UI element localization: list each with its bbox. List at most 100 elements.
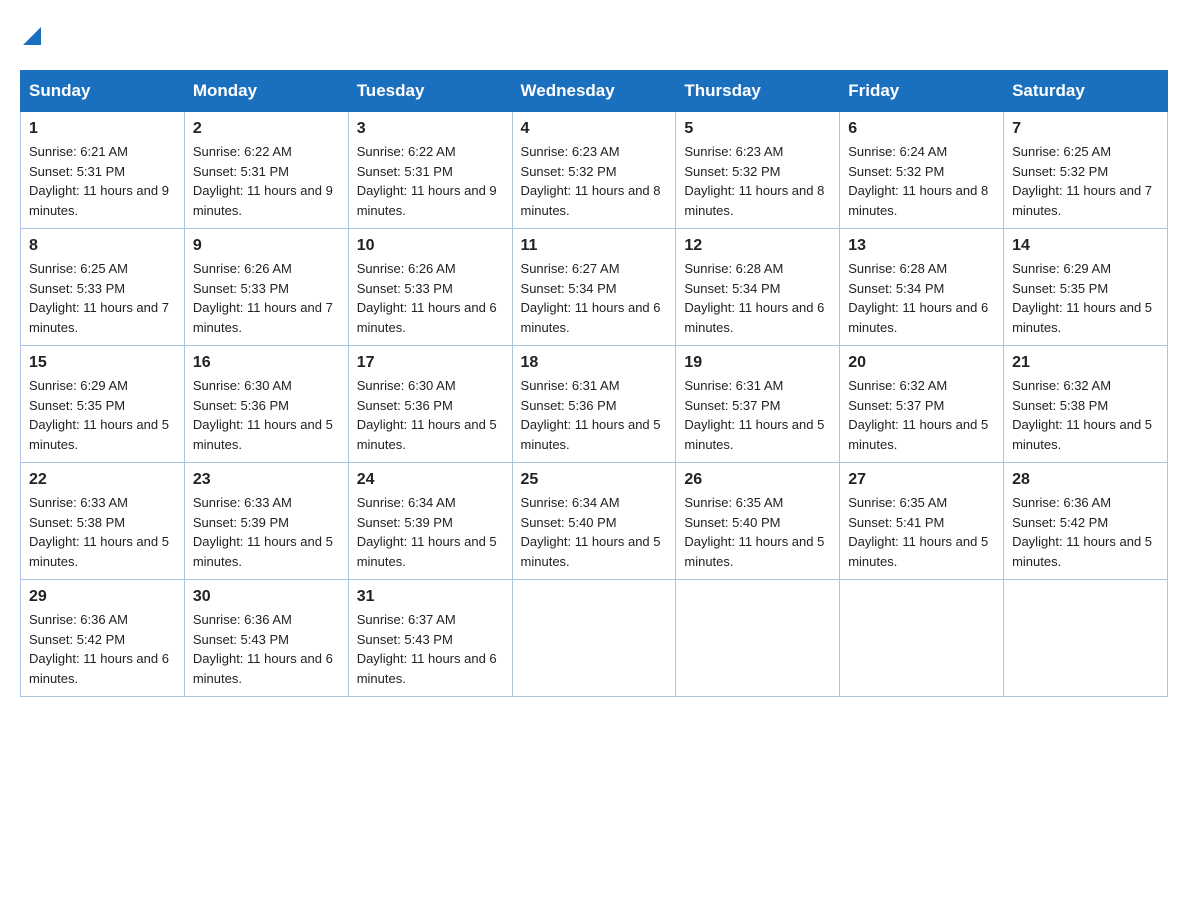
calendar-cell: 19 Sunrise: 6:31 AM Sunset: 5:37 PM Dayl… [676, 346, 840, 463]
calendar-cell: 30 Sunrise: 6:36 AM Sunset: 5:43 PM Dayl… [184, 580, 348, 697]
day-number: 30 [193, 588, 340, 606]
calendar-cell: 31 Sunrise: 6:37 AM Sunset: 5:43 PM Dayl… [348, 580, 512, 697]
calendar-cell: 7 Sunrise: 6:25 AM Sunset: 5:32 PM Dayli… [1004, 112, 1168, 229]
day-info: Sunrise: 6:33 AM Sunset: 5:38 PM Dayligh… [29, 493, 176, 571]
day-info: Sunrise: 6:34 AM Sunset: 5:40 PM Dayligh… [521, 493, 668, 571]
calendar-cell: 12 Sunrise: 6:28 AM Sunset: 5:34 PM Dayl… [676, 229, 840, 346]
day-info: Sunrise: 6:30 AM Sunset: 5:36 PM Dayligh… [193, 376, 340, 454]
day-number: 25 [521, 471, 668, 489]
day-number: 13 [848, 237, 995, 255]
day-number: 11 [521, 237, 668, 255]
calendar-cell: 2 Sunrise: 6:22 AM Sunset: 5:31 PM Dayli… [184, 112, 348, 229]
calendar-cell: 28 Sunrise: 6:36 AM Sunset: 5:42 PM Dayl… [1004, 463, 1168, 580]
day-info: Sunrise: 6:37 AM Sunset: 5:43 PM Dayligh… [357, 610, 504, 688]
day-number: 1 [29, 120, 176, 138]
calendar-cell: 10 Sunrise: 6:26 AM Sunset: 5:33 PM Dayl… [348, 229, 512, 346]
calendar-cell: 1 Sunrise: 6:21 AM Sunset: 5:31 PM Dayli… [21, 112, 185, 229]
day-info: Sunrise: 6:22 AM Sunset: 5:31 PM Dayligh… [357, 142, 504, 220]
day-number: 6 [848, 120, 995, 138]
page-header [20, 20, 1168, 54]
calendar-cell: 3 Sunrise: 6:22 AM Sunset: 5:31 PM Dayli… [348, 112, 512, 229]
weekday-header-saturday: Saturday [1004, 71, 1168, 112]
day-info: Sunrise: 6:35 AM Sunset: 5:40 PM Dayligh… [684, 493, 831, 571]
calendar-cell: 23 Sunrise: 6:33 AM Sunset: 5:39 PM Dayl… [184, 463, 348, 580]
day-info: Sunrise: 6:36 AM Sunset: 5:42 PM Dayligh… [1012, 493, 1159, 571]
calendar-cell: 6 Sunrise: 6:24 AM Sunset: 5:32 PM Dayli… [840, 112, 1004, 229]
calendar-cell: 25 Sunrise: 6:34 AM Sunset: 5:40 PM Dayl… [512, 463, 676, 580]
day-info: Sunrise: 6:34 AM Sunset: 5:39 PM Dayligh… [357, 493, 504, 571]
day-info: Sunrise: 6:23 AM Sunset: 5:32 PM Dayligh… [684, 142, 831, 220]
weekday-header-thursday: Thursday [676, 71, 840, 112]
day-number: 4 [521, 120, 668, 138]
calendar-cell: 13 Sunrise: 6:28 AM Sunset: 5:34 PM Dayl… [840, 229, 1004, 346]
day-number: 15 [29, 354, 176, 372]
day-info: Sunrise: 6:36 AM Sunset: 5:43 PM Dayligh… [193, 610, 340, 688]
day-info: Sunrise: 6:28 AM Sunset: 5:34 PM Dayligh… [684, 259, 831, 337]
week-row-1: 1 Sunrise: 6:21 AM Sunset: 5:31 PM Dayli… [21, 112, 1168, 229]
logo [20, 20, 41, 54]
day-number: 14 [1012, 237, 1159, 255]
day-number: 8 [29, 237, 176, 255]
day-info: Sunrise: 6:21 AM Sunset: 5:31 PM Dayligh… [29, 142, 176, 220]
calendar-cell: 14 Sunrise: 6:29 AM Sunset: 5:35 PM Dayl… [1004, 229, 1168, 346]
calendar-cell: 17 Sunrise: 6:30 AM Sunset: 5:36 PM Dayl… [348, 346, 512, 463]
weekday-header-row: SundayMondayTuesdayWednesdayThursdayFrid… [21, 71, 1168, 112]
day-number: 3 [357, 120, 504, 138]
calendar-cell [512, 580, 676, 697]
day-number: 27 [848, 471, 995, 489]
day-number: 28 [1012, 471, 1159, 489]
day-info: Sunrise: 6:27 AM Sunset: 5:34 PM Dayligh… [521, 259, 668, 337]
weekday-header-tuesday: Tuesday [348, 71, 512, 112]
day-info: Sunrise: 6:23 AM Sunset: 5:32 PM Dayligh… [521, 142, 668, 220]
week-row-4: 22 Sunrise: 6:33 AM Sunset: 5:38 PM Dayl… [21, 463, 1168, 580]
calendar-cell [840, 580, 1004, 697]
weekday-header-friday: Friday [840, 71, 1004, 112]
calendar-cell: 22 Sunrise: 6:33 AM Sunset: 5:38 PM Dayl… [21, 463, 185, 580]
calendar-cell: 8 Sunrise: 6:25 AM Sunset: 5:33 PM Dayli… [21, 229, 185, 346]
day-number: 5 [684, 120, 831, 138]
day-info: Sunrise: 6:36 AM Sunset: 5:42 PM Dayligh… [29, 610, 176, 688]
day-number: 9 [193, 237, 340, 255]
day-info: Sunrise: 6:26 AM Sunset: 5:33 PM Dayligh… [357, 259, 504, 337]
day-number: 7 [1012, 120, 1159, 138]
week-row-2: 8 Sunrise: 6:25 AM Sunset: 5:33 PM Dayli… [21, 229, 1168, 346]
day-number: 12 [684, 237, 831, 255]
calendar-cell: 18 Sunrise: 6:31 AM Sunset: 5:36 PM Dayl… [512, 346, 676, 463]
calendar-cell: 20 Sunrise: 6:32 AM Sunset: 5:37 PM Dayl… [840, 346, 1004, 463]
day-number: 29 [29, 588, 176, 606]
week-row-5: 29 Sunrise: 6:36 AM Sunset: 5:42 PM Dayl… [21, 580, 1168, 697]
day-number: 31 [357, 588, 504, 606]
calendar-cell [1004, 580, 1168, 697]
day-number: 22 [29, 471, 176, 489]
calendar-cell: 11 Sunrise: 6:27 AM Sunset: 5:34 PM Dayl… [512, 229, 676, 346]
day-info: Sunrise: 6:31 AM Sunset: 5:36 PM Dayligh… [521, 376, 668, 454]
day-info: Sunrise: 6:29 AM Sunset: 5:35 PM Dayligh… [1012, 259, 1159, 337]
calendar-cell: 21 Sunrise: 6:32 AM Sunset: 5:38 PM Dayl… [1004, 346, 1168, 463]
week-row-3: 15 Sunrise: 6:29 AM Sunset: 5:35 PM Dayl… [21, 346, 1168, 463]
day-info: Sunrise: 6:24 AM Sunset: 5:32 PM Dayligh… [848, 142, 995, 220]
calendar-table: SundayMondayTuesdayWednesdayThursdayFrid… [20, 70, 1168, 697]
logo-triangle-icon [23, 20, 41, 52]
day-info: Sunrise: 6:31 AM Sunset: 5:37 PM Dayligh… [684, 376, 831, 454]
calendar-cell: 5 Sunrise: 6:23 AM Sunset: 5:32 PM Dayli… [676, 112, 840, 229]
day-number: 19 [684, 354, 831, 372]
day-info: Sunrise: 6:26 AM Sunset: 5:33 PM Dayligh… [193, 259, 340, 337]
day-info: Sunrise: 6:25 AM Sunset: 5:32 PM Dayligh… [1012, 142, 1159, 220]
calendar-cell: 29 Sunrise: 6:36 AM Sunset: 5:42 PM Dayl… [21, 580, 185, 697]
calendar-cell [676, 580, 840, 697]
day-info: Sunrise: 6:35 AM Sunset: 5:41 PM Dayligh… [848, 493, 995, 571]
weekday-header-sunday: Sunday [21, 71, 185, 112]
logo-general-row [20, 20, 41, 54]
day-number: 16 [193, 354, 340, 372]
day-info: Sunrise: 6:32 AM Sunset: 5:38 PM Dayligh… [1012, 376, 1159, 454]
calendar-cell: 24 Sunrise: 6:34 AM Sunset: 5:39 PM Dayl… [348, 463, 512, 580]
weekday-header-monday: Monday [184, 71, 348, 112]
day-number: 18 [521, 354, 668, 372]
day-info: Sunrise: 6:25 AM Sunset: 5:33 PM Dayligh… [29, 259, 176, 337]
day-number: 23 [193, 471, 340, 489]
day-number: 24 [357, 471, 504, 489]
day-info: Sunrise: 6:30 AM Sunset: 5:36 PM Dayligh… [357, 376, 504, 454]
calendar-cell: 4 Sunrise: 6:23 AM Sunset: 5:32 PM Dayli… [512, 112, 676, 229]
calendar-cell: 16 Sunrise: 6:30 AM Sunset: 5:36 PM Dayl… [184, 346, 348, 463]
day-number: 26 [684, 471, 831, 489]
